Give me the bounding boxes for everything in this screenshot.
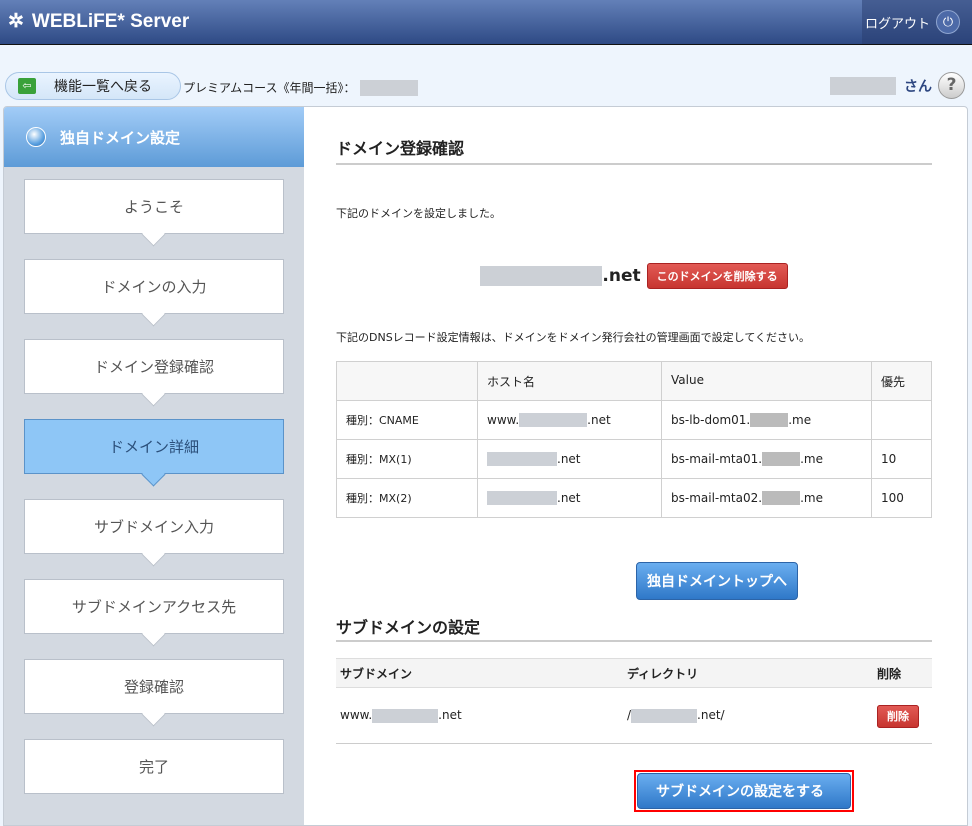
host-suffix: .net — [557, 451, 581, 466]
priority-cell: 10 — [871, 439, 932, 479]
content: ドメイン登録確認 下記のドメインを設定しました。 .net このドメインを削除す… — [336, 107, 932, 812]
table-header: サブドメイン ディレクトリ 削除 — [336, 658, 932, 688]
globe-icon — [26, 127, 46, 147]
value-prefix: bs-mail-mta02. — [671, 490, 763, 505]
subdomain-title: サブドメインの設定 — [336, 600, 932, 642]
delete-subdomain-button[interactable]: 削除 — [877, 704, 919, 728]
step-domain-detail: ドメイン詳細 — [24, 419, 284, 474]
header-cell: Value — [661, 361, 872, 401]
dns-table: ホスト名 Value 優先 種別：CNAME www. .net bs-lb-dom01.… — [336, 361, 932, 518]
sidebar: 独自ドメイン設定 ようこそ ドメインの入力 ドメイン登録確認 ドメイン詳細 サブ… — [4, 107, 304, 825]
table-row: 種別：MX(2) .net bs-mail-mta02. .me 100 — [336, 478, 932, 518]
app-logo: ✲ WEBLiFE* Server — [8, 10, 189, 33]
redacted-domain — [480, 266, 603, 286]
value-prefix: bs-mail-mta01. — [671, 451, 763, 466]
back-label: 機能一覧へ戻る — [54, 79, 152, 95]
redacted — [519, 413, 588, 428]
redacted — [372, 708, 439, 723]
table-row: www. .net / .net/削除 — [336, 687, 932, 744]
value-suffix: .me — [800, 451, 823, 466]
table-row: 種別：MX(1) .net bs-mail-mta01. .me 10 — [336, 439, 932, 479]
dns-message: 下記のDNSレコード設定情報は、ドメインをドメイン発行会社の管理画面で設定してく… — [336, 331, 811, 344]
back-to-menu-button[interactable]: ⇦ 機能一覧へ戻る — [5, 72, 181, 100]
back-arrow-icon: ⇦ — [18, 78, 36, 94]
redacted-account — [359, 79, 418, 96]
sidebar-header: 独自ドメイン設定 — [4, 107, 304, 167]
step-subdomain-input: サブドメイン入力 — [24, 499, 284, 554]
subdomain-table: サブドメイン ディレクトリ 削除 www. .net / .net/削除 — [336, 658, 932, 744]
user-info: さん — [830, 76, 932, 96]
app-title: WEBLiFE* Server — [31, 10, 190, 32]
power-icon: ⏻ — [936, 10, 960, 34]
table-header: ホスト名 Value 優先 — [336, 361, 932, 401]
course-label: プレミアムコース《年間一括》： — [183, 81, 356, 95]
value-cell: bs-mail-mta01. .me — [661, 439, 872, 479]
header-cell: ディレクトリ — [623, 658, 873, 688]
domain-suffix: .net — [602, 266, 641, 286]
delete-domain-button[interactable]: このドメインを削除する — [646, 263, 788, 289]
value-prefix: bs-lb-dom01. — [671, 412, 751, 427]
table-row: 種別：CNAME www. .net bs-lb-dom01. .me — [336, 400, 932, 440]
logout-label: ログアウト — [864, 16, 930, 32]
value-cell: bs-mail-mta02. .me — [661, 478, 872, 518]
host-suffix: .net — [557, 490, 581, 505]
host-prefix: www. — [487, 412, 520, 427]
type-cell: 種別：MX(2) — [336, 478, 478, 518]
app-header: ✲ WEBLiFE* Server ログアウト ⏻ — [0, 0, 972, 45]
host-cell: .net — [477, 478, 662, 518]
redacted-username — [830, 77, 896, 95]
step-domain-input: ドメインの入力 — [24, 259, 284, 314]
network-logo-icon: ✲ — [8, 11, 24, 32]
header-cell: 優先 — [871, 361, 932, 401]
redacted — [762, 452, 801, 467]
type-cell: 種別：CNAME — [336, 400, 478, 440]
user-suffix: さん — [904, 79, 932, 95]
success-message: 下記のドメインを設定しました。 — [336, 207, 501, 220]
host-suffix: .net — [587, 412, 611, 427]
main-panel: 独自ドメイン設定 ようこそ ドメインの入力 ドメイン登録確認 ドメイン詳細 サブ… — [3, 106, 968, 826]
domain-line: .net このドメインを削除する — [336, 263, 932, 289]
header-cell: 削除 — [873, 658, 932, 688]
help-icon[interactable]: ? — [938, 72, 965, 99]
course-info: プレミアムコース《年間一括》： — [183, 79, 418, 96]
step-register-confirm: 登録確認 — [24, 659, 284, 714]
priority-cell — [871, 400, 932, 440]
subdomain-cell: www. .net — [336, 687, 623, 744]
value-cell: bs-lb-dom01. .me — [661, 400, 872, 440]
redacted — [487, 491, 557, 506]
header-cell — [336, 361, 478, 401]
sub-suffix: .net — [438, 708, 462, 723]
redacted — [631, 708, 698, 723]
step-domain-confirm: ドメイン登録確認 — [24, 339, 284, 394]
header-cell: サブドメイン — [336, 658, 623, 688]
type-cell: 種別：MX(1) — [336, 439, 478, 479]
header-cell: ホスト名 — [477, 361, 662, 401]
priority-cell: 100 — [871, 478, 932, 518]
redacted — [762, 491, 801, 506]
redacted — [487, 452, 557, 467]
host-cell: www. .net — [477, 400, 662, 440]
setup-subdomain-button[interactable]: サブドメインの設定をする — [637, 773, 851, 809]
step-subdomain-access: サブドメインアクセス先 — [24, 579, 284, 634]
value-suffix: .me — [800, 490, 823, 505]
host-cell: .net — [477, 439, 662, 479]
directory-cell: / .net/ — [623, 687, 873, 744]
domain-top-button[interactable]: 独自ドメイントップへ — [636, 562, 798, 600]
step-complete: 完了 — [24, 739, 284, 794]
value-suffix: .me — [788, 412, 812, 427]
page-title: ドメイン登録確認 — [336, 107, 932, 165]
sidebar-title: 独自ドメイン設定 — [60, 128, 181, 147]
step-welcome: ようこそ — [24, 179, 284, 234]
sub-prefix: www. — [340, 708, 373, 723]
redacted — [750, 413, 789, 428]
logout-button[interactable]: ログアウト ⏻ — [862, 0, 972, 44]
dir-suffix: .net/ — [697, 708, 725, 723]
